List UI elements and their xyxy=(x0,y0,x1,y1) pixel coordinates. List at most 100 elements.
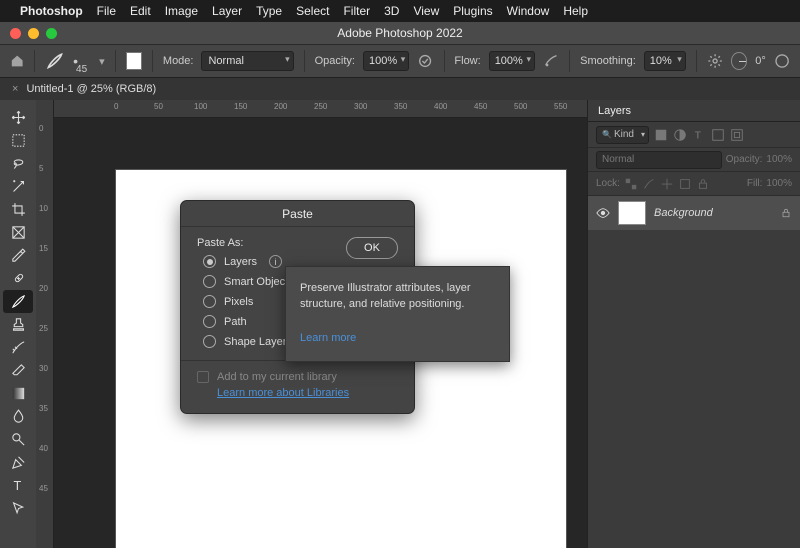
tooltip-text: Preserve Illustrator attributes, layer s… xyxy=(300,281,495,313)
lock-pixels-icon[interactable] xyxy=(642,177,656,191)
libraries-learn-link[interactable]: Learn more about Libraries xyxy=(217,387,398,399)
layer-opacity-label: Opacity: xyxy=(726,154,763,165)
brush-tool[interactable] xyxy=(3,290,33,313)
brush-tool-icon[interactable] xyxy=(45,50,65,72)
svg-text:T: T xyxy=(13,478,21,493)
smoothing-label: Smoothing: xyxy=(580,55,636,67)
app-menu[interactable]: Photoshop xyxy=(20,4,83,18)
close-window-button[interactable] xyxy=(10,28,21,39)
tools-panel: T xyxy=(0,100,36,548)
layers-panel: Layers Kind T Normal Opacity: 100% Lock:… xyxy=(587,100,800,548)
document-tab-bar: × Untitled-1 @ 25% (RGB/8) xyxy=(0,78,800,100)
blend-mode-select[interactable]: Normal xyxy=(596,151,722,169)
stamp-tool[interactable] xyxy=(3,313,33,336)
layer-filter-kind[interactable]: Kind xyxy=(596,126,649,144)
pen-tool[interactable] xyxy=(3,451,33,474)
filter-adjustment-icon[interactable] xyxy=(673,128,687,142)
vertical-ruler[interactable]: 051015202530354045 xyxy=(36,100,54,548)
smoothing-value[interactable]: 10% xyxy=(644,51,686,71)
filter-type-icon[interactable]: T xyxy=(692,128,706,142)
mode-label: Mode: xyxy=(163,55,194,67)
flow-value[interactable]: 100% xyxy=(489,51,535,71)
ok-button[interactable]: OK xyxy=(346,237,398,259)
airbrush-icon[interactable] xyxy=(543,52,559,70)
info-icon[interactable]: i xyxy=(269,255,282,268)
heal-tool[interactable] xyxy=(3,267,33,290)
options-bar: •45 ▾ Mode: Normal Opacity: 100% Flow: 1… xyxy=(0,44,800,78)
brush-preset-swatch[interactable] xyxy=(126,52,142,70)
fill-value[interactable]: 100% xyxy=(766,178,792,189)
lock-label: Lock: xyxy=(596,178,620,189)
visibility-icon[interactable] xyxy=(596,206,610,220)
filter-shape-icon[interactable] xyxy=(711,128,725,142)
menu-help[interactable]: Help xyxy=(563,4,588,18)
move-tool[interactable] xyxy=(3,106,33,129)
menu-filter[interactable]: Filter xyxy=(343,4,370,18)
gear-icon[interactable] xyxy=(707,52,723,70)
layers-tab[interactable]: Layers xyxy=(588,100,800,122)
lock-position-icon[interactable] xyxy=(660,177,674,191)
menu-window[interactable]: Window xyxy=(507,4,550,18)
minimize-window-button[interactable] xyxy=(28,28,39,39)
radio-icon xyxy=(203,335,216,348)
lock-transparency-icon[interactable] xyxy=(624,177,638,191)
type-tool[interactable]: T xyxy=(3,474,33,497)
window-title: Adobe Photoshop 2022 xyxy=(337,26,462,40)
zoom-window-button[interactable] xyxy=(46,28,57,39)
window-titlebar: Adobe Photoshop 2022 xyxy=(0,22,800,44)
pressure-size-icon[interactable] xyxy=(774,52,790,70)
frame-tool[interactable] xyxy=(3,221,33,244)
opacity-value[interactable]: 100% xyxy=(363,51,409,71)
filter-smart-icon[interactable] xyxy=(730,128,744,142)
wand-tool[interactable] xyxy=(3,175,33,198)
lock-icon[interactable] xyxy=(780,207,792,219)
horizontal-ruler[interactable]: 050100150200250300350400450500550 xyxy=(54,100,587,118)
eyedropper-tool[interactable] xyxy=(3,244,33,267)
pressure-opacity-icon[interactable] xyxy=(417,52,433,70)
eraser-tool[interactable] xyxy=(3,359,33,382)
mode-select[interactable]: Normal xyxy=(201,51,293,71)
tooltip-learn-link[interactable]: Learn more xyxy=(300,331,495,347)
brush-angle-dial[interactable] xyxy=(731,52,747,70)
menu-layer[interactable]: Layer xyxy=(212,4,242,18)
home-icon[interactable] xyxy=(10,53,24,69)
layer-row-background[interactable]: Background xyxy=(588,196,800,230)
info-tooltip: Preserve Illustrator attributes, layer s… xyxy=(285,266,510,362)
brush-size[interactable]: 45 xyxy=(76,64,87,75)
crop-tool[interactable] xyxy=(3,198,33,221)
radio-icon xyxy=(203,275,216,288)
flow-label: Flow: xyxy=(454,55,480,67)
menu-3d[interactable]: 3D xyxy=(384,4,399,18)
filter-pixel-icon[interactable] xyxy=(654,128,668,142)
gradient-tool[interactable] xyxy=(3,382,33,405)
menu-plugins[interactable]: Plugins xyxy=(453,4,492,18)
document-tab[interactable]: × Untitled-1 @ 25% (RGB/8) xyxy=(0,78,168,100)
macos-menubar: Photoshop File Edit Image Layer Type Sel… xyxy=(0,0,800,22)
menu-type[interactable]: Type xyxy=(256,4,282,18)
lock-all-icon[interactable] xyxy=(696,177,710,191)
checkbox-icon xyxy=(197,371,209,383)
menu-select[interactable]: Select xyxy=(296,4,329,18)
document-tab-label: Untitled-1 @ 25% (RGB/8) xyxy=(26,83,156,95)
angle-value[interactable]: 0° xyxy=(755,55,766,67)
menu-edit[interactable]: Edit xyxy=(130,4,151,18)
layer-opacity-value[interactable]: 100% xyxy=(766,154,792,165)
menu-view[interactable]: View xyxy=(413,4,439,18)
add-to-library-checkbox[interactable]: Add to my current library xyxy=(197,371,398,383)
layer-thumbnail[interactable] xyxy=(618,201,646,225)
close-tab-icon[interactable]: × xyxy=(12,83,18,95)
path-select-tool[interactable] xyxy=(3,497,33,520)
history-brush-tool[interactable] xyxy=(3,336,33,359)
opacity-label: Opacity: xyxy=(315,55,355,67)
svg-text:T: T xyxy=(695,129,702,141)
radio-icon xyxy=(203,315,216,328)
lock-artboard-icon[interactable] xyxy=(678,177,692,191)
lasso-tool[interactable] xyxy=(3,152,33,175)
layer-name[interactable]: Background xyxy=(654,207,772,219)
blur-tool[interactable] xyxy=(3,405,33,428)
dodge-tool[interactable] xyxy=(3,428,33,451)
radio-icon xyxy=(203,295,216,308)
marquee-tool[interactable] xyxy=(3,129,33,152)
menu-file[interactable]: File xyxy=(97,4,116,18)
menu-image[interactable]: Image xyxy=(165,4,198,18)
